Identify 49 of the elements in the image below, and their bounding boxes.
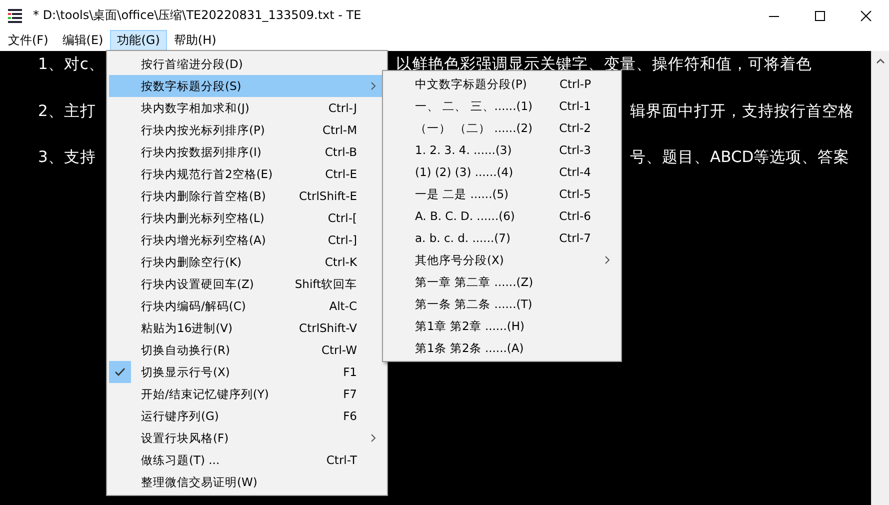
editor-text: 2、主打: [38, 100, 96, 122]
menu-bar-item[interactable]: 功能(G): [110, 30, 167, 51]
menu-item[interactable]: 第一条 第二条 ......(T): [385, 293, 619, 315]
editor-text: 3、支持: [38, 147, 96, 168]
menu-item[interactable]: 第1条 第2条 ......(A): [385, 337, 619, 359]
menu-item[interactable]: 设置行块风格(F): [109, 427, 385, 449]
menu-item[interactable]: 切换自动换行(R) Ctrl-W: [109, 339, 385, 361]
scrollbar[interactable]: [871, 51, 889, 505]
scroll-up-icon[interactable]: [876, 58, 885, 64]
menu-item[interactable]: 中文数字标题分段(P) Ctrl-P: [385, 73, 619, 95]
menu-item[interactable]: 行块内删除空行(K) Ctrl-K: [109, 251, 385, 273]
chevron-right-icon: [605, 256, 610, 264]
menu-item[interactable]: 整理微信交易证明(W): [109, 471, 385, 493]
menu-item[interactable]: 开始/结束记忆键序列(Y) F7: [109, 383, 385, 405]
menu-bar-item[interactable]: 文件(F): [1, 30, 56, 51]
editor-text: 1、对c、: [38, 54, 104, 75]
menu-item[interactable]: 行块内设置硬回车(Z) Shift软回车: [109, 273, 385, 295]
menu-item[interactable]: 行块内按光标列排序(P) Ctrl-M: [109, 119, 385, 141]
menu-item[interactable]: 第一章 第二章 ......(Z): [385, 271, 619, 293]
menu-item[interactable]: A. B. C. D. ......(6) Ctrl-6: [385, 205, 619, 227]
menu-item[interactable]: (1) (2) (3) ......(4) Ctrl-4: [385, 161, 619, 183]
menu-item[interactable]: 第1章 第2章 ......(H): [385, 315, 619, 337]
menu-item[interactable]: 运行键序列(G) F6: [109, 405, 385, 427]
menu-item[interactable]: a. b. c. d. ......(7) Ctrl-7: [385, 227, 619, 249]
menu-item[interactable]: 行块内规范行首2空格(E) Ctrl-E: [109, 163, 385, 185]
chevron-right-icon: [371, 82, 376, 90]
menu-bar-item[interactable]: 帮助(H): [166, 30, 224, 51]
chevron-right-icon: [371, 434, 376, 442]
menu-item[interactable]: 行块内按数据列排序(I) Ctrl-B: [109, 141, 385, 163]
menu-item[interactable]: 做练习题(T) ... Ctrl-T: [109, 449, 385, 471]
editor-text: 辑界面中打开，支持按行首空格: [630, 100, 854, 122]
menu-item[interactable]: 1. 2. 3. 4. ......(3) Ctrl-3: [385, 139, 619, 161]
menu-item[interactable]: 行块内删除行首空格(B) CtrlShift-E: [109, 185, 385, 207]
editor-text: 号、题目、ABCD等选项、答案: [630, 147, 850, 168]
menu-item[interactable]: 行块内删光标列空格(L) Ctrl-[: [109, 207, 385, 229]
app-icon: [7, 8, 23, 24]
menu-item[interactable]: （一） （二） ......(2) Ctrl-2: [385, 117, 619, 139]
menu-item[interactable]: 按行首缩进分段(D): [109, 53, 385, 75]
menu-item[interactable]: 行块内增光标列空格(A) Ctrl-]: [109, 229, 385, 251]
menu-item[interactable]: 按数字标题分段(S): [109, 75, 385, 97]
menu-item[interactable]: 其他序号分段(X): [385, 249, 619, 271]
menu-item[interactable]: 一是 二是 ......(5) Ctrl-5: [385, 183, 619, 205]
menu-bar-item[interactable]: 编辑(E): [55, 30, 110, 51]
menu-item[interactable]: 一、 二、 三、......(1) Ctrl-1: [385, 95, 619, 117]
window-title: * D:\tools\桌面\office\压缩\TE20220831_133509.txt - TE: [33, 7, 362, 24]
menu-item[interactable]: 块内数字相加求和(J) Ctrl-J: [109, 97, 385, 119]
menu-item[interactable]: 切换显示行号(X) F1: [109, 361, 385, 383]
menu-item[interactable]: 粘贴为16进制(V) CtrlShift-V: [109, 317, 385, 339]
menu-item[interactable]: 行块内编码/解码(C) Alt-C: [109, 295, 385, 317]
